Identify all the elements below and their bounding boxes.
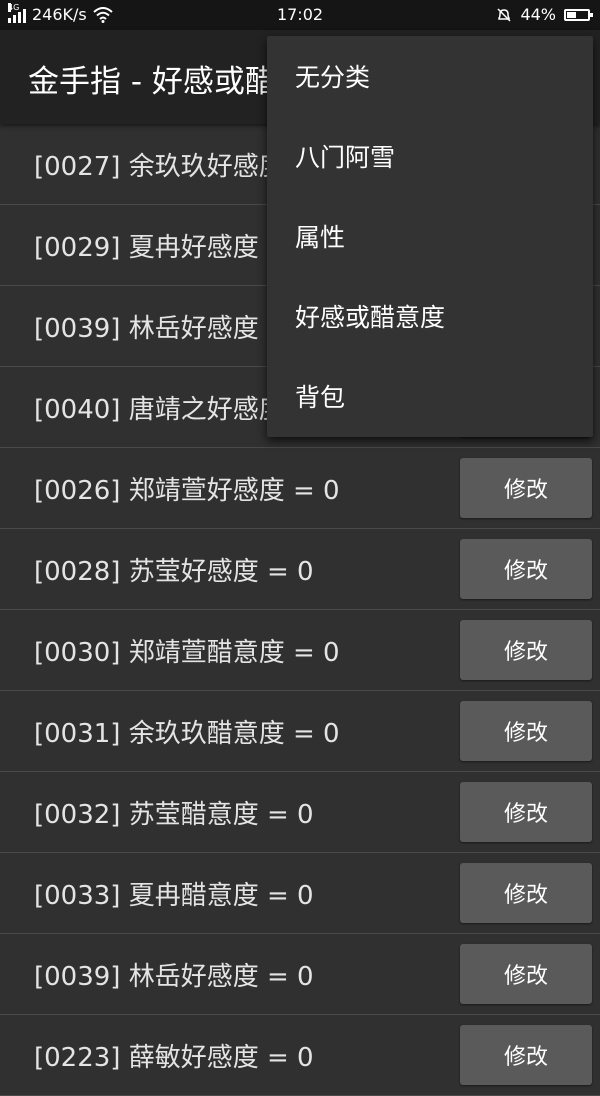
- edit-button[interactable]: 修改: [460, 701, 592, 761]
- list-item-label: [0039] 林岳好感度 = 0: [34, 962, 314, 992]
- category-dropdown-menu: 无分类 八门阿雪 属性 好感或醋意度 背包: [267, 36, 593, 437]
- list-item-label: [0031] 余玖玖醋意度 = 0: [34, 719, 340, 749]
- list-item: [0028] 苏莹好感度 = 0 修改: [0, 529, 600, 610]
- list-item: [0039] 林岳好感度 = 0 修改: [0, 934, 600, 1015]
- list-item: [0026] 郑靖萱好感度 = 0 修改: [0, 448, 600, 529]
- list-item-label: [0033] 夏冉醋意度 = 0: [34, 881, 314, 911]
- list-item-label: [0030] 郑靖萱醋意度 = 0: [34, 638, 340, 668]
- list-item-label: [0032] 苏莹醋意度 = 0: [34, 800, 314, 830]
- edit-button[interactable]: 修改: [460, 863, 592, 923]
- edit-button[interactable]: 修改: [460, 458, 592, 518]
- menu-item[interactable]: 属性: [267, 196, 593, 276]
- menu-item[interactable]: 八门阿雪: [267, 116, 593, 196]
- battery-fill: [567, 11, 576, 18]
- edit-button[interactable]: 修改: [460, 944, 592, 1004]
- menu-item[interactable]: 背包: [267, 356, 593, 436]
- edit-button[interactable]: 修改: [460, 539, 592, 599]
- list-item: [0223] 薛敏好感度 = 0 修改: [0, 1015, 600, 1096]
- page-title: 金手指 - 好感或醋意度: [28, 64, 268, 100]
- list-item-label: [0223] 薛敏好感度 = 0: [34, 1043, 314, 1073]
- bell-mute-icon: [497, 7, 511, 22]
- edit-button[interactable]: 修改: [460, 620, 592, 680]
- status-right: 44%: [496, 5, 593, 24]
- menu-item[interactable]: 无分类: [267, 36, 593, 116]
- list-item-label: [0028] 苏莹好感度 = 0: [34, 557, 314, 587]
- menu-item[interactable]: 好感或醋意度: [267, 276, 593, 356]
- battery-icon: [564, 8, 593, 21]
- list-item: [0031] 余玖玖醋意度 = 0 修改: [0, 691, 600, 772]
- list-item-label: [0026] 郑靖萱好感度 = 0: [34, 476, 340, 506]
- status-bar: 4G 246K/s 17:02 44%: [0, 0, 600, 30]
- edit-button[interactable]: 修改: [460, 782, 592, 842]
- list-item: [0032] 苏莹醋意度 = 0 修改: [0, 772, 600, 853]
- edit-button[interactable]: 修改: [460, 1025, 592, 1085]
- battery-percent: 44%: [520, 5, 556, 24]
- list-item: [0030] 郑靖萱醋意度 = 0 修改: [0, 610, 600, 691]
- list-item: [0033] 夏冉醋意度 = 0 修改: [0, 853, 600, 934]
